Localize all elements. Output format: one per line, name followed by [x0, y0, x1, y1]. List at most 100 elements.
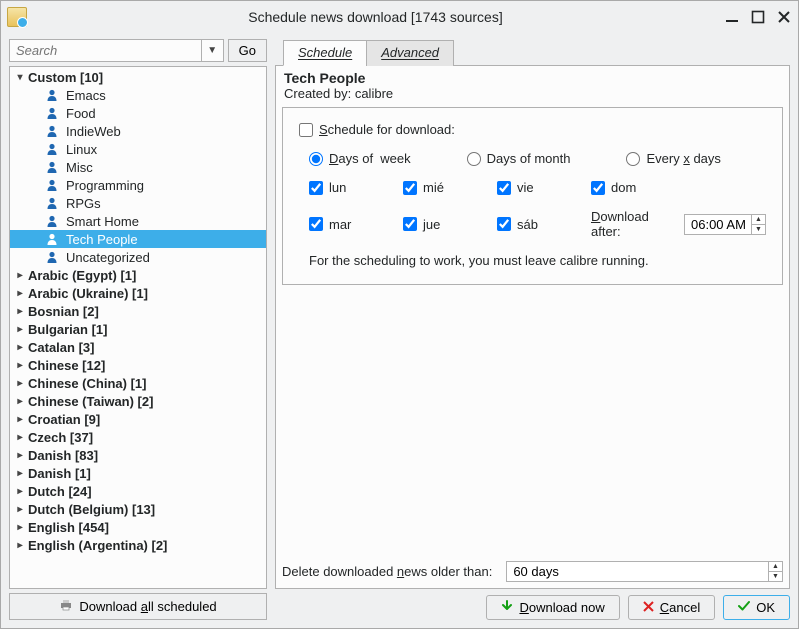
chevron-right-icon[interactable]: ▸: [14, 378, 26, 389]
tree-group[interactable]: ▸English [454]: [10, 518, 266, 536]
day-vie[interactable]: vie: [497, 180, 567, 195]
download-after-value[interactable]: [685, 215, 751, 234]
tree-group[interactable]: ▸Chinese [12]: [10, 356, 266, 374]
spin-buttons[interactable]: ▲▼: [768, 562, 782, 581]
person-icon: [44, 177, 60, 193]
download-icon: [501, 600, 513, 615]
tree-group-label: Dutch (Belgium) [13]: [28, 502, 155, 517]
tree-item[interactable]: IndieWeb: [10, 122, 266, 140]
close-button[interactable]: [776, 9, 792, 25]
cancel-icon: [643, 600, 654, 615]
person-icon: [44, 105, 60, 121]
chevron-right-icon[interactable]: ▸: [14, 270, 26, 281]
chevron-right-icon[interactable]: ▸: [14, 288, 26, 299]
tab-advanced[interactable]: Advanced: [366, 40, 454, 66]
go-button[interactable]: Go: [228, 39, 267, 62]
recipe-title: Tech People: [284, 70, 781, 86]
chevron-down-icon[interactable]: ▾: [14, 72, 26, 83]
schedule-checkbox[interactable]: [299, 123, 313, 137]
older-than-value[interactable]: [507, 562, 768, 581]
recipe-header: Tech People Created by: calibre: [282, 70, 783, 105]
chevron-right-icon[interactable]: ▸: [14, 468, 26, 479]
tree-group[interactable]: ▸Danish [83]: [10, 446, 266, 464]
tree-group[interactable]: ▸Arabic (Ukraine) [1]: [10, 284, 266, 302]
ok-icon: [738, 600, 750, 615]
spin-down-icon[interactable]: ▼: [769, 572, 782, 581]
tree-group-label: English [454]: [28, 520, 109, 535]
tree-group[interactable]: ▸English (Argentina) [2]: [10, 536, 266, 554]
chevron-right-icon[interactable]: ▸: [14, 432, 26, 443]
chevron-right-icon[interactable]: ▸: [14, 324, 26, 335]
maximize-button[interactable]: [750, 9, 766, 25]
schedule-group: Schedule for download: Days of week Days…: [282, 107, 783, 285]
tree-item[interactable]: Programming: [10, 176, 266, 194]
tree-item[interactable]: Linux: [10, 140, 266, 158]
tree-group[interactable]: ▸Dutch [24]: [10, 482, 266, 500]
search-combo[interactable]: ▼: [9, 39, 224, 62]
left-column: ▼ Go ▾Custom [10]EmacsFoodIndieWebLinuxM…: [9, 39, 267, 620]
tab-schedule[interactable]: Schedule: [283, 40, 367, 66]
tree-item[interactable]: Food: [10, 104, 266, 122]
day-mie[interactable]: mié: [403, 180, 473, 195]
day-jue[interactable]: jue: [403, 217, 473, 232]
schedule-checkbox-row[interactable]: Schedule for download:: [299, 122, 766, 137]
source-tree[interactable]: ▾Custom [10]EmacsFoodIndieWebLinuxMiscPr…: [9, 66, 267, 589]
tree-group-custom[interactable]: ▾Custom [10]: [10, 68, 266, 86]
tree-group[interactable]: ▸Czech [37]: [10, 428, 266, 446]
radio-days-of-week[interactable]: Days of week: [309, 151, 411, 166]
chevron-right-icon[interactable]: ▸: [14, 396, 26, 407]
download-all-scheduled-button[interactable]: Download all scheduled: [9, 593, 267, 620]
day-dom[interactable]: dom: [591, 180, 766, 195]
tree-item[interactable]: Misc: [10, 158, 266, 176]
day-lun[interactable]: lun: [309, 180, 379, 195]
spin-buttons[interactable]: ▲▼: [751, 215, 765, 234]
tree-group[interactable]: ▸Chinese (Taiwan) [2]: [10, 392, 266, 410]
chevron-right-icon[interactable]: ▸: [14, 414, 26, 425]
radio-every-x-days-input[interactable]: [626, 152, 640, 166]
minimize-button[interactable]: [724, 9, 740, 25]
chevron-right-icon[interactable]: ▸: [14, 360, 26, 371]
radio-every-x-days[interactable]: Every x days: [626, 151, 720, 166]
tree-group[interactable]: ▸Catalan [3]: [10, 338, 266, 356]
day-sab[interactable]: sáb: [497, 217, 567, 232]
tree-item[interactable]: Tech People: [10, 230, 266, 248]
download-after-spin[interactable]: ▲▼: [684, 214, 766, 235]
tree-group[interactable]: ▸Chinese (China) [1]: [10, 374, 266, 392]
radio-days-of-month-input[interactable]: [467, 152, 481, 166]
search-input[interactable]: [10, 40, 201, 61]
chevron-right-icon[interactable]: ▸: [14, 522, 26, 533]
download-after-row: Download after: ▲▼: [591, 209, 766, 239]
tree-item[interactable]: Emacs: [10, 86, 266, 104]
chevron-right-icon[interactable]: ▸: [14, 450, 26, 461]
tree-group[interactable]: ▸Bulgarian [1]: [10, 320, 266, 338]
older-than-spin[interactable]: ▲▼: [506, 561, 783, 582]
cancel-button[interactable]: Cancel: [628, 595, 715, 620]
content: ▼ Go ▾Custom [10]EmacsFoodIndieWebLinuxM…: [1, 33, 798, 628]
tree-group[interactable]: ▸Bosnian [2]: [10, 302, 266, 320]
download-now-button[interactable]: Download now: [486, 595, 619, 620]
chevron-right-icon[interactable]: ▸: [14, 342, 26, 353]
chevron-right-icon[interactable]: ▸: [14, 306, 26, 317]
chevron-right-icon[interactable]: ▸: [14, 486, 26, 497]
radio-days-of-month[interactable]: Days of month: [467, 151, 571, 166]
person-icon: [44, 159, 60, 175]
tree-group[interactable]: ▸Danish [1]: [10, 464, 266, 482]
tree-group[interactable]: ▸Croatian [9]: [10, 410, 266, 428]
chevron-down-icon[interactable]: ▼: [201, 40, 223, 61]
tree-item[interactable]: Uncategorized: [10, 248, 266, 266]
schedule-note: For the scheduling to work, you must lea…: [299, 253, 766, 268]
chevron-right-icon[interactable]: ▸: [14, 540, 26, 551]
spin-up-icon[interactable]: ▲: [769, 562, 782, 572]
chevron-right-icon[interactable]: ▸: [14, 504, 26, 515]
tree-group[interactable]: ▸Dutch (Belgium) [13]: [10, 500, 266, 518]
radio-days-of-week-input[interactable]: [309, 152, 323, 166]
columns: ▼ Go ▾Custom [10]EmacsFoodIndieWebLinuxM…: [9, 39, 790, 620]
tree-item[interactable]: RPGs: [10, 194, 266, 212]
spin-down-icon[interactable]: ▼: [752, 225, 765, 234]
spin-up-icon[interactable]: ▲: [752, 215, 765, 225]
day-mar[interactable]: mar: [309, 217, 379, 232]
tree-item[interactable]: Smart Home: [10, 212, 266, 230]
ok-button[interactable]: OK: [723, 595, 790, 620]
tree-group[interactable]: ▸Arabic (Egypt) [1]: [10, 266, 266, 284]
tree-group-label: Danish [1]: [28, 466, 91, 481]
